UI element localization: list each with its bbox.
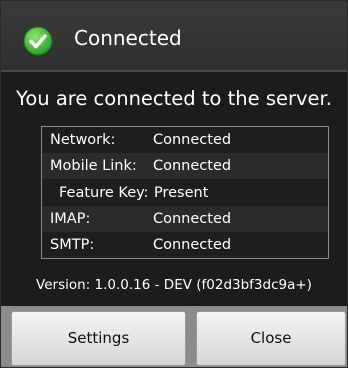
status-row-smtp: SMTP: Connected bbox=[42, 232, 328, 258]
dialog-title: Connected bbox=[74, 26, 182, 50]
settings-button[interactable]: Settings bbox=[11, 311, 186, 366]
dialog-title-bar: Connected bbox=[1, 1, 347, 70]
close-button[interactable]: Close bbox=[196, 311, 346, 366]
status-key: SMTP: bbox=[50, 237, 95, 253]
connection-message: You are connected to the server. bbox=[16, 87, 332, 110]
status-key: Network: bbox=[50, 132, 116, 148]
status-row-imap: IMAP: Connected bbox=[42, 206, 328, 232]
status-key: Feature Key: bbox=[59, 185, 149, 201]
status-key: Mobile Link: bbox=[50, 158, 137, 174]
status-table: Network: Connected Mobile Link: Connecte… bbox=[41, 126, 329, 259]
status-value: Present bbox=[154, 185, 209, 201]
status-key: IMAP: bbox=[50, 211, 91, 227]
connection-dialog: Connected You are connected to the serve… bbox=[0, 0, 348, 368]
check-circle-icon bbox=[23, 26, 53, 56]
status-value: Connected bbox=[153, 237, 232, 253]
status-value: Connected bbox=[153, 132, 232, 148]
status-value: Connected bbox=[153, 211, 232, 227]
button-bar: Settings Close bbox=[1, 306, 347, 367]
title-divider bbox=[1, 70, 347, 72]
status-row-network: Network: Connected bbox=[42, 127, 328, 153]
status-row-mobile-link: Mobile Link: Connected bbox=[42, 153, 328, 179]
status-row-feature-key: Feature Key: Present bbox=[42, 180, 328, 206]
status-value: Connected bbox=[153, 158, 232, 174]
version-label: Version: 1.0.0.16 - DEV (f02d3bf3dc9a+) bbox=[36, 277, 312, 293]
